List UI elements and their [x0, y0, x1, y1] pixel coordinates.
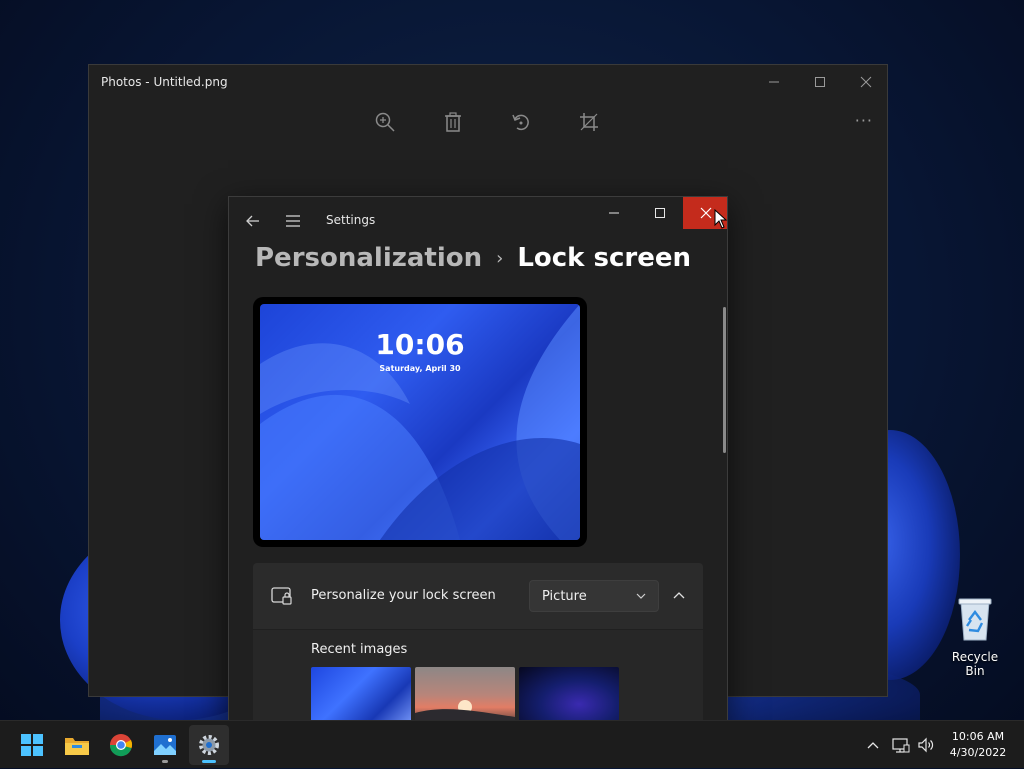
- chevron-up-icon: [867, 742, 879, 749]
- personalize-lock-screen-label: Personalize your lock screen: [311, 588, 496, 603]
- maximize-icon: [655, 208, 665, 218]
- sunset-image: [415, 700, 515, 727]
- settings-taskbar-button[interactable]: [189, 725, 229, 765]
- photos-taskbar-button[interactable]: [145, 725, 185, 765]
- settings-window: Settings Personalization › Lock screen 1…: [228, 196, 728, 728]
- delete-icon: [445, 112, 461, 132]
- active-indicator: [202, 760, 216, 763]
- start-button[interactable]: [12, 725, 52, 765]
- chrome-taskbar-button[interactable]: [101, 725, 141, 765]
- volume-icon: [918, 737, 934, 753]
- file-explorer-taskbar-button[interactable]: [57, 725, 97, 765]
- chevron-down-icon: [636, 593, 646, 599]
- volume-tray-button[interactable]: [914, 721, 938, 769]
- close-icon: [700, 207, 712, 219]
- personalize-lock-screen-card: Personalize your lock screen Picture: [253, 563, 703, 629]
- settings-gear-icon: [199, 735, 219, 755]
- maximize-icon: [815, 77, 825, 87]
- chevron-up-icon: [673, 592, 685, 599]
- preview-date: Saturday, April 30: [379, 364, 461, 373]
- taskbar-clock[interactable]: 10:06 AM 4/30/2022: [940, 729, 1016, 761]
- zoom-in-icon: [375, 112, 395, 132]
- photos-maximize-button[interactable]: [797, 69, 843, 95]
- network-icon: [892, 738, 910, 753]
- running-indicator: [162, 760, 168, 763]
- lock-screen-icon: [271, 586, 293, 610]
- recycle-bin-label: Recycle Bin: [951, 650, 999, 678]
- settings-minimize-button[interactable]: [591, 197, 637, 229]
- settings-scrollbar[interactable]: [723, 307, 726, 453]
- recent-image-thumbnail[interactable]: [311, 667, 411, 727]
- back-button[interactable]: [241, 209, 265, 233]
- recycle-bin-icon: [958, 598, 992, 641]
- clock-time: 10:06 AM: [951, 730, 1005, 743]
- lock-screen-preview: 10:06 Saturday, April 30: [253, 297, 587, 547]
- rotate-icon: [512, 114, 529, 131]
- chrome-icon: [109, 734, 133, 757]
- breadcrumb-separator: ›: [496, 247, 504, 269]
- collapse-section-button[interactable]: [667, 584, 691, 608]
- dropdown-selected-value: Picture: [542, 588, 587, 604]
- photos-window-title: Photos - Untitled.png: [101, 75, 228, 89]
- photos-toolbar: [365, 105, 609, 139]
- breadcrumb: Personalization › Lock screen: [255, 243, 691, 273]
- minimize-icon: [769, 81, 779, 83]
- recent-images-label: Recent images: [311, 642, 408, 657]
- zoom-button[interactable]: [365, 105, 405, 139]
- recent-images-section: Recent images: [253, 630, 703, 727]
- back-arrow-icon: [246, 215, 259, 227]
- crop-button[interactable]: [569, 105, 609, 139]
- crop-icon: [580, 113, 598, 131]
- delete-button[interactable]: [433, 105, 473, 139]
- windows-logo-icon: [21, 734, 43, 756]
- clock-date: 4/30/2022: [949, 746, 1007, 759]
- photos-minimize-button[interactable]: [751, 69, 797, 95]
- breadcrumb-personalization[interactable]: Personalization: [255, 243, 482, 273]
- close-icon: [860, 76, 872, 88]
- minimize-icon: [609, 212, 619, 214]
- recent-image-thumbnail[interactable]: [519, 667, 619, 727]
- hamburger-menu-icon: [286, 215, 300, 227]
- recycle-bin-desktop-icon[interactable]: Recycle Bin: [942, 596, 1008, 678]
- show-hidden-icons-button[interactable]: [862, 721, 884, 769]
- preview-clock: 10:06: [375, 328, 465, 361]
- mouse-cursor-icon: [714, 208, 728, 233]
- settings-maximize-button[interactable]: [637, 197, 683, 229]
- photos-close-button[interactable]: [843, 69, 889, 95]
- page-title: Lock screen: [517, 243, 691, 273]
- taskbar: 10:06 AM 4/30/2022: [0, 720, 1024, 768]
- rotate-button[interactable]: [501, 105, 541, 139]
- photos-app-icon: [154, 735, 176, 755]
- network-tray-button[interactable]: [890, 721, 912, 769]
- navigation-menu-button[interactable]: [281, 209, 305, 233]
- recent-image-thumbnail[interactable]: [415, 667, 515, 727]
- photos-more-button[interactable]: ···: [855, 111, 873, 130]
- lock-screen-type-dropdown[interactable]: Picture: [529, 580, 659, 612]
- settings-window-title: Settings: [326, 213, 376, 227]
- recent-images-list: [311, 667, 619, 727]
- lock-screen-preview-image: 10:06 Saturday, April 30: [260, 304, 580, 540]
- folder-icon: [65, 738, 89, 755]
